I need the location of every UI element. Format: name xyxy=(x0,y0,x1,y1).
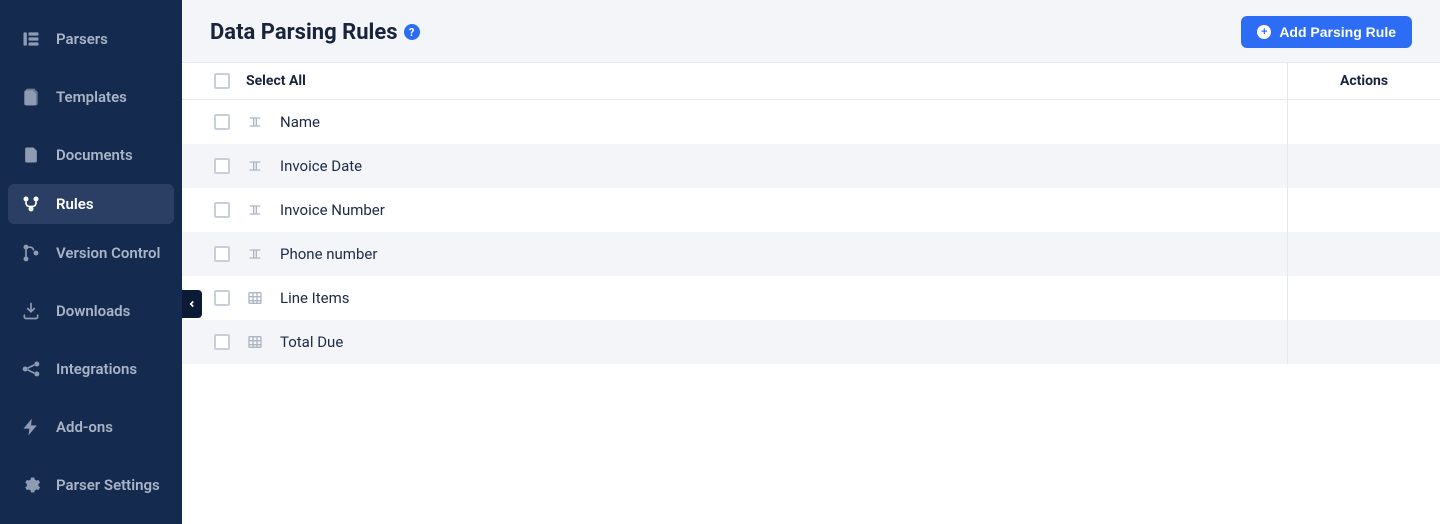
row-checkbox[interactable] xyxy=(214,158,230,174)
sidebar-collapse-handle[interactable] xyxy=(182,290,202,318)
row-checkbox[interactable] xyxy=(214,246,230,262)
rule-name: Invoice Number xyxy=(280,201,385,219)
row-actions xyxy=(1288,276,1440,320)
add-button-label: Add Parsing Rule xyxy=(1279,24,1396,40)
sidebar-item-integrations[interactable]: Integrations xyxy=(0,340,182,398)
page-header: Data Parsing Rules ? + Add Parsing Rule xyxy=(182,0,1440,63)
version-control-icon xyxy=(20,242,42,264)
sidebar-item-parsers[interactable]: Parsers xyxy=(0,10,182,68)
sidebar-item-templates[interactable]: Templates xyxy=(0,68,182,126)
sidebar-item-label: Documents xyxy=(56,146,133,164)
templates-icon xyxy=(20,86,42,108)
select-all-label: Select All xyxy=(246,73,306,89)
row-checkbox[interactable] xyxy=(214,114,230,130)
row-actions xyxy=(1288,320,1440,364)
sidebar-item-version-control[interactable]: Version Control xyxy=(0,224,182,282)
sidebar: Parsers Templates Documents Rules Versio xyxy=(0,0,182,524)
row-checkbox[interactable] xyxy=(214,334,230,350)
text-field-icon[interactable] xyxy=(246,201,264,219)
sidebar-item-label: Parsers xyxy=(56,30,108,48)
plus-icon: + xyxy=(1257,25,1271,39)
select-all-checkbox[interactable] xyxy=(214,73,230,89)
help-icon[interactable]: ? xyxy=(404,24,420,40)
documents-icon xyxy=(20,144,42,166)
sidebar-item-label: Integrations xyxy=(56,360,137,378)
sidebar-item-label: Rules xyxy=(56,195,94,213)
table-row[interactable]: Invoice Date xyxy=(182,144,1440,188)
table-field-icon[interactable] xyxy=(246,333,264,351)
table-row[interactable]: Invoice Number xyxy=(182,188,1440,232)
add-parsing-rule-button[interactable]: + Add Parsing Rule xyxy=(1241,16,1412,48)
table-field-icon[interactable] xyxy=(246,289,264,307)
rule-name: Name xyxy=(280,113,320,131)
table-row[interactable]: Name xyxy=(182,100,1440,144)
chevron-left-icon xyxy=(187,299,197,309)
downloads-icon xyxy=(20,300,42,322)
table-row[interactable]: Line Items xyxy=(182,276,1440,320)
row-checkbox[interactable] xyxy=(214,202,230,218)
rule-name: Line Items xyxy=(280,289,350,307)
rule-name: Total Due xyxy=(280,333,343,351)
text-field-icon[interactable] xyxy=(246,113,264,131)
rule-name: Invoice Date xyxy=(280,157,362,175)
sidebar-item-rules[interactable]: Rules xyxy=(8,184,174,224)
sidebar-item-documents[interactable]: Documents xyxy=(0,126,182,184)
main-content: Data Parsing Rules ? + Add Parsing Rule … xyxy=(182,0,1440,524)
sidebar-item-parser-settings[interactable]: Parser Settings xyxy=(0,456,182,514)
sidebar-item-label: Version Control xyxy=(56,244,160,262)
page-title-text: Data Parsing Rules xyxy=(210,20,398,45)
text-field-icon[interactable] xyxy=(246,157,264,175)
table-row[interactable]: Phone number xyxy=(182,232,1440,276)
rule-name: Phone number xyxy=(280,245,377,263)
integrations-icon xyxy=(20,358,42,380)
actions-column-header: Actions xyxy=(1288,63,1440,99)
sidebar-item-label: Templates xyxy=(56,88,127,106)
sidebar-item-addons[interactable]: Add-ons xyxy=(0,398,182,456)
sidebar-item-label: Add-ons xyxy=(56,418,113,436)
sidebar-item-label: Downloads xyxy=(56,302,130,320)
row-checkbox[interactable] xyxy=(214,290,230,306)
sidebar-item-downloads[interactable]: Downloads xyxy=(0,282,182,340)
table-row[interactable]: Total Due xyxy=(182,320,1440,364)
row-actions xyxy=(1288,188,1440,232)
row-actions xyxy=(1288,100,1440,144)
text-field-icon[interactable] xyxy=(246,245,264,263)
sidebar-item-label: Parser Settings xyxy=(56,476,160,494)
parsers-icon xyxy=(20,28,42,50)
table-header-row: Select All Actions xyxy=(182,63,1440,100)
page-title: Data Parsing Rules ? xyxy=(210,20,420,45)
addons-icon xyxy=(20,416,42,438)
settings-icon xyxy=(20,474,42,496)
rules-table: Select All Actions Name xyxy=(182,63,1440,524)
rules-icon xyxy=(20,193,42,215)
row-actions xyxy=(1288,232,1440,276)
row-actions xyxy=(1288,144,1440,188)
